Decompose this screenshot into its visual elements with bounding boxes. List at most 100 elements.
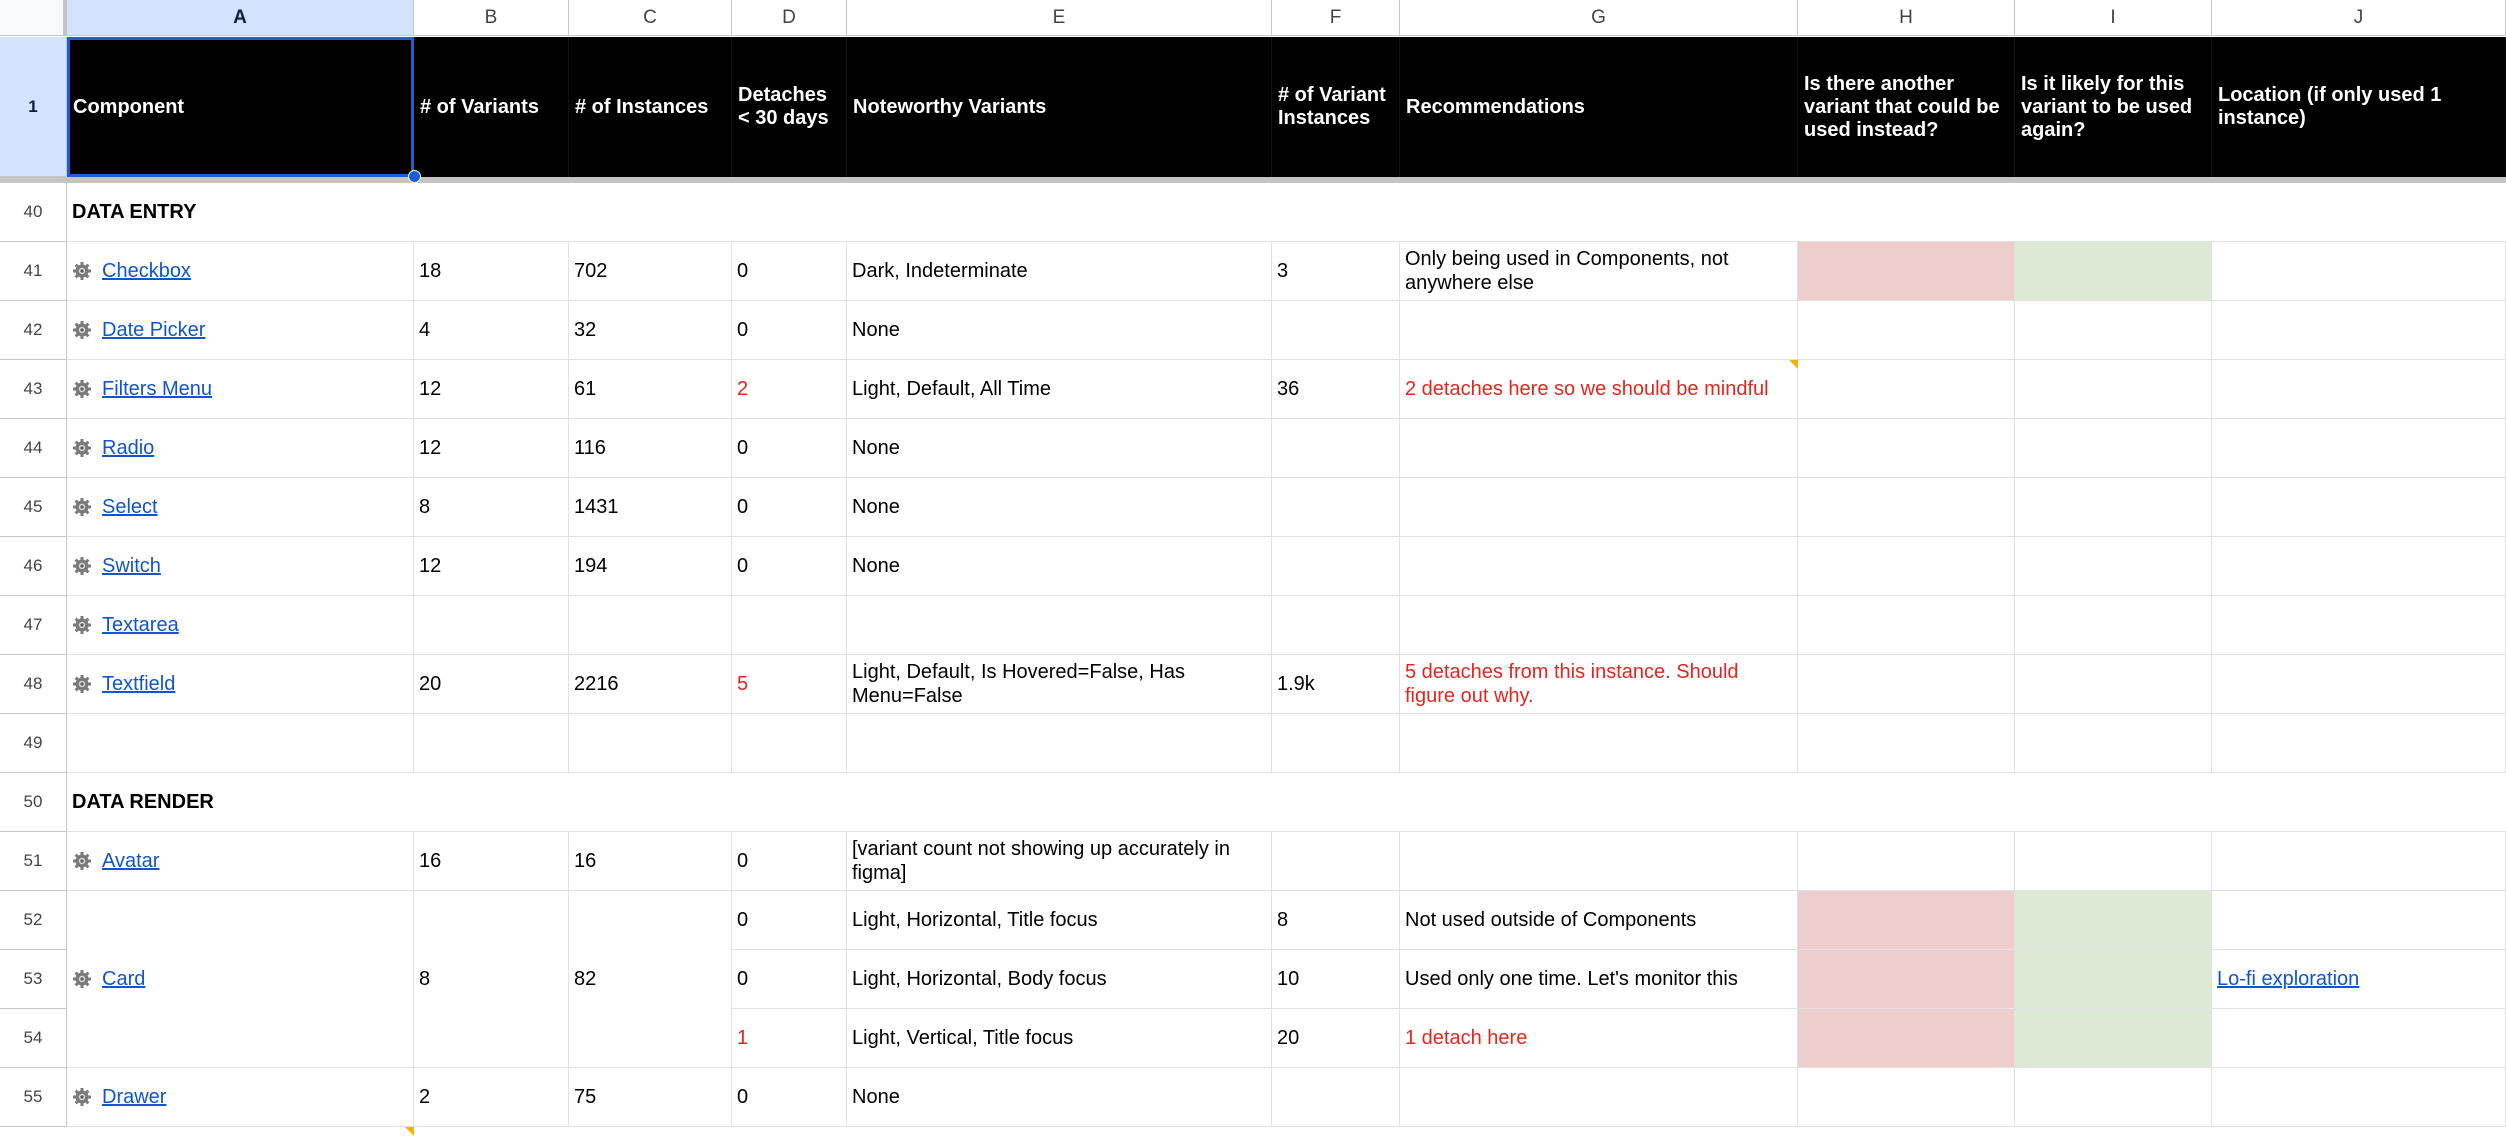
component-link-radio[interactable]: Radio [102,436,154,460]
variants-cell[interactable]: 18 [414,242,569,301]
component-link-avatar[interactable]: Avatar [102,849,159,873]
variant-instances-cell[interactable] [1272,478,1400,537]
component-link-textfield[interactable]: Textfield [102,672,175,696]
noteworthy-variants-cell[interactable]: Light, Default, Is Hovered=False, Has Me… [847,655,1272,714]
recommendation-cell[interactable]: 2 detaches here so we should be mindful [1400,360,1798,419]
reuse-likelihood-cell[interactable] [2015,301,2212,360]
reuse-likelihood-cell[interactable] [2015,832,2212,891]
recommendation-cell[interactable] [1400,301,1798,360]
noteworthy-variants-cell[interactable]: None [847,419,1272,478]
reuse-likelihood-cell[interactable] [2015,360,2212,419]
row-header-52[interactable]: 52 [0,891,67,950]
recommendation-cell[interactable]: 1 detach here [1400,1009,1798,1068]
recommendation-cell[interactable] [1400,832,1798,891]
alternative-variant-cell[interactable] [1798,242,2015,301]
alternative-variant-cell[interactable] [1798,891,2015,950]
variants-cell[interactable]: 12 [414,419,569,478]
header-cell-i[interactable]: Is it likely for this variant to be used… [2015,37,2212,177]
variant-instances-cell[interactable] [1272,596,1400,655]
variant-instances-cell[interactable] [1272,419,1400,478]
location-cell[interactable] [2212,832,2506,891]
component-cell[interactable]: Avatar [67,832,414,891]
instances-cell[interactable]: 75 [569,1068,732,1127]
alternative-variant-cell[interactable] [1798,1009,2015,1068]
location-cell[interactable] [2212,537,2506,596]
recommendation-cell[interactable] [1400,478,1798,537]
variants-cell[interactable]: 8 [414,891,569,1068]
component-cell[interactable]: Card [67,891,414,1068]
location-cell[interactable] [2212,360,2506,419]
variants-cell[interactable]: 16 [414,832,569,891]
component-link-switch[interactable]: Switch [102,554,161,578]
row-header-43[interactable]: 43 [0,360,67,419]
row-header-41[interactable]: 41 [0,242,67,301]
row-header-44[interactable]: 44 [0,419,67,478]
detaches-cell[interactable]: 0 [732,537,847,596]
detaches-cell[interactable]: 0 [732,891,847,950]
location-cell[interactable] [2212,242,2506,301]
header-cell-j[interactable]: Location (if only used 1 instance) [2212,37,2506,177]
recommendation-cell[interactable]: 5 detaches from this instance. Should fi… [1400,655,1798,714]
variants-cell[interactable]: 8 [414,478,569,537]
recommendation-cell[interactable] [1400,419,1798,478]
variants-cell[interactable]: 2 [414,1068,569,1127]
variants-cell[interactable]: 12 [414,537,569,596]
row-header-53[interactable]: 53 [0,950,67,1009]
detaches-cell[interactable] [732,714,847,773]
location-cell[interactable] [2212,1009,2506,1068]
instances-cell[interactable] [569,714,732,773]
instances-cell[interactable]: 702 [569,242,732,301]
location-cell[interactable] [2212,301,2506,360]
detaches-cell[interactable]: 0 [732,478,847,537]
column-header-f[interactable]: F [1272,0,1400,36]
alternative-variant-cell[interactable] [1798,478,2015,537]
component-link-textarea[interactable]: Textarea [102,613,179,637]
detaches-cell[interactable]: 5 [732,655,847,714]
detaches-cell[interactable]: 1 [732,1009,847,1068]
alternative-variant-cell[interactable] [1798,596,2015,655]
component-link-filters-menu[interactable]: Filters Menu [102,377,212,401]
component-link-date-picker[interactable]: Date Picker [102,318,205,342]
noteworthy-variants-cell[interactable]: Light, Horizontal, Body focus [847,950,1272,1009]
column-header-c[interactable]: C [569,0,732,36]
row-header-42[interactable]: 42 [0,301,67,360]
variant-instances-cell[interactable] [1272,537,1400,596]
variants-cell[interactable] [414,596,569,655]
detaches-cell[interactable]: 0 [732,950,847,1009]
row-header-48[interactable]: 48 [0,655,67,714]
location-cell[interactable] [2212,596,2506,655]
noteworthy-variants-cell[interactable]: None [847,1068,1272,1127]
variant-instances-cell[interactable]: 3 [1272,242,1400,301]
noteworthy-variants-cell[interactable]: [variant count not showing up accurately… [847,832,1272,891]
instances-cell[interactable]: 1431 [569,478,732,537]
reuse-likelihood-cell[interactable] [2015,419,2212,478]
variant-instances-cell[interactable] [1272,1068,1400,1127]
location-cell[interactable] [2212,714,2506,773]
header-cell-e[interactable]: Noteworthy Variants [847,37,1272,177]
variant-instances-cell[interactable] [1272,301,1400,360]
column-header-i[interactable]: I [2015,0,2212,36]
row-header-50[interactable]: 50 [0,773,67,832]
reuse-likelihood-cell[interactable] [2015,1009,2212,1068]
header-cell-b[interactable]: # of Variants [414,37,569,177]
alternative-variant-cell[interactable] [1798,950,2015,1009]
component-cell[interactable]: Switch [67,537,414,596]
detaches-cell[interactable]: 0 [732,1068,847,1127]
reuse-likelihood-cell[interactable] [2015,478,2212,537]
instances-cell[interactable]: 116 [569,419,732,478]
variant-instances-cell[interactable]: 8 [1272,891,1400,950]
variant-instances-cell[interactable]: 1.9k [1272,655,1400,714]
detaches-cell[interactable]: 2 [732,360,847,419]
alternative-variant-cell[interactable] [1798,360,2015,419]
component-cell[interactable]: Select [67,478,414,537]
noteworthy-variants-cell[interactable]: None [847,301,1272,360]
column-header-g[interactable]: G [1400,0,1798,36]
variant-instances-cell[interactable]: 20 [1272,1009,1400,1068]
reuse-likelihood-cell[interactable] [2015,537,2212,596]
recommendation-cell[interactable] [1400,596,1798,655]
instances-cell[interactable]: 82 [569,891,732,1068]
variant-instances-cell[interactable]: 10 [1272,950,1400,1009]
noteworthy-variants-cell[interactable] [847,596,1272,655]
spreadsheet-grid[interactable]: A B C D E F G H I J 1 Component # of Variants # of In… [0,0,2506,1136]
detaches-cell[interactable]: 0 [732,242,847,301]
